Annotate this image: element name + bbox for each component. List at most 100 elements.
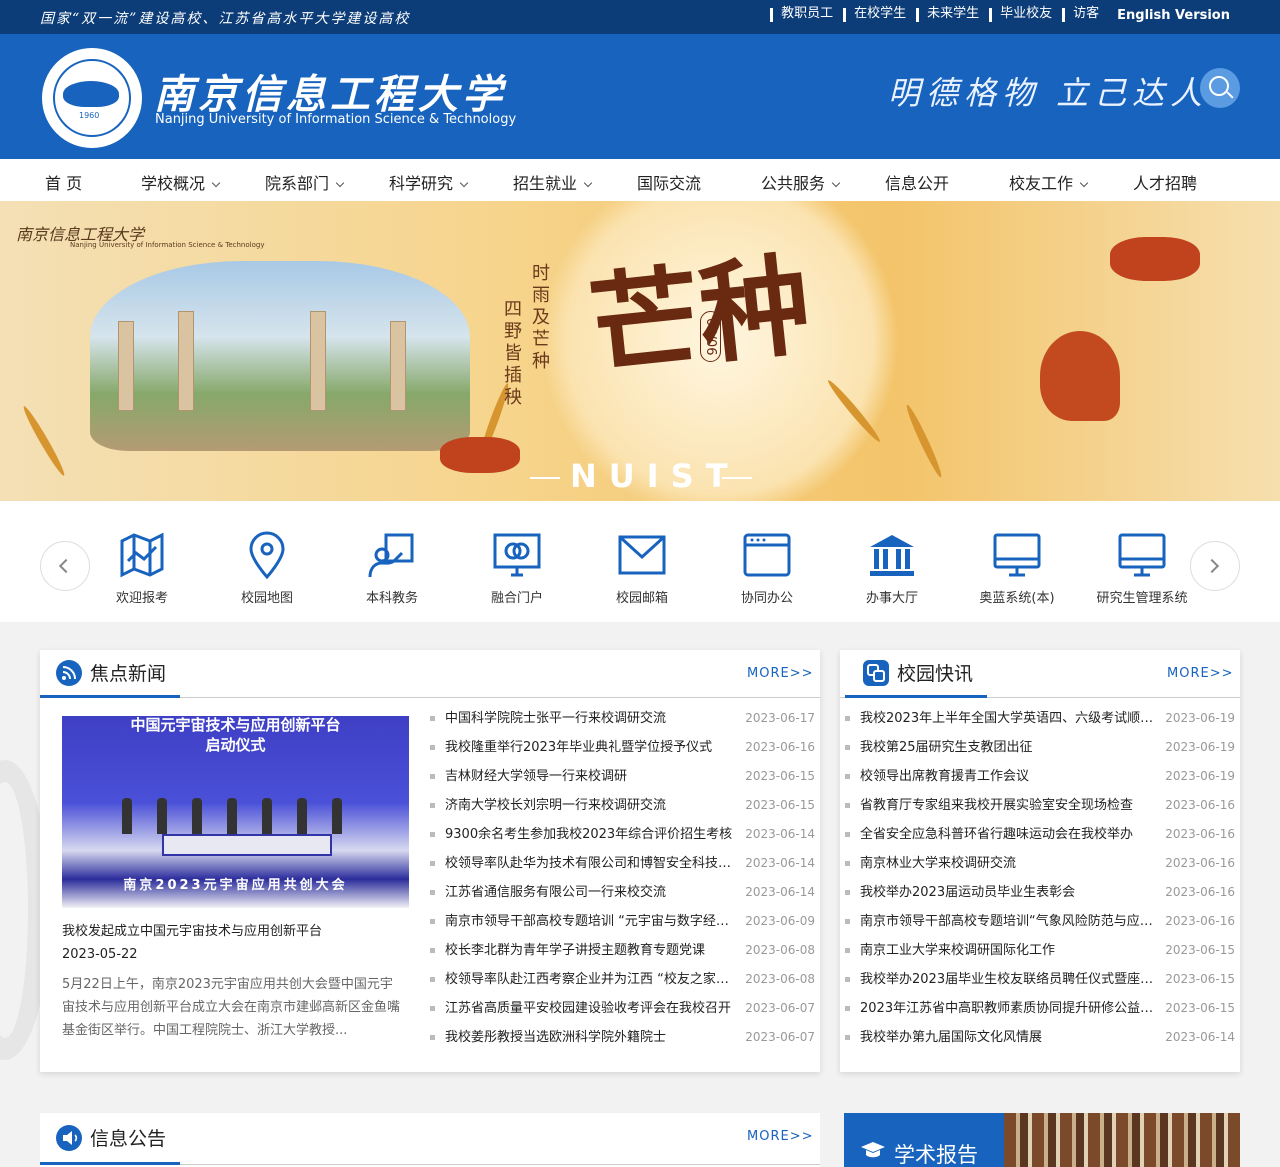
list-item[interactable]: 校领导出席教育援青工作会议 2023-06-19 <box>845 762 1235 791</box>
top-link-future-students[interactable]: 未来学生 <box>916 7 979 22</box>
list-item[interactable]: 吉林财经大学领导一行来校调研 2023-06-15 <box>430 762 815 791</box>
quick-link-portal[interactable]: 融合门户 <box>462 531 572 606</box>
quick-link-email[interactable]: 校园邮箱 <box>587 531 697 606</box>
top-slogan: 国家“双一流”建设高校、江苏省高水平大学建设高校 <box>40 11 411 27</box>
list-item[interactable]: 校长李北群为青年学子讲授主题教育专题党课 2023-06-08 <box>430 936 815 965</box>
quick-link-graduate-system[interactable]: 研究生管理系统 <box>1087 531 1197 606</box>
quick-link-campus-map[interactable]: 校园地图 <box>212 531 322 606</box>
list-item[interactable]: 我校2023年上半年全国大学英语四、六级考试顺利举行 2023-06-19 <box>845 704 1235 733</box>
list-item[interactable]: 济南大学校长刘宗明一行来校调研交流 2023-06-15 <box>430 791 815 820</box>
banner-solar-term: 芒种 <box>583 239 817 392</box>
list-item[interactable]: 江苏省高质量平安校园建设验收考评会在我校召开 2023-06-07 <box>430 994 815 1023</box>
nav-item-departments[interactable]: 院系部门 <box>265 170 345 194</box>
feature-news-description: 5月22日上午，南京2023元宇宙应用共创大会暨中国元宇宙技术与应用创新平台成立… <box>62 977 401 1038</box>
top-link-students[interactable]: 在校学生 <box>843 7 906 22</box>
map-fold-icon <box>118 531 166 579</box>
list-item[interactable]: 南京工业大学来校调研国际化工作 2023-06-15 <box>845 936 1235 965</box>
focus-news-title: 焦点新闻 <box>90 663 167 685</box>
rss-icon <box>56 659 82 686</box>
quick-link-admission[interactable]: 欢迎报考 <box>87 531 197 606</box>
list-item[interactable]: 我校姜彤教授当选欧洲科学院外籍院士 2023-06-07 <box>430 1023 815 1052</box>
feature-news-title[interactable]: 我校发起成立中国元宇宙技术与应用创新平台 <box>62 920 322 939</box>
quick-link-aolan-system[interactable]: 奥蓝系统(本) <box>962 531 1072 606</box>
bank-building-icon <box>868 531 916 579</box>
nav-item-admission[interactable]: 招生就业 <box>513 170 593 194</box>
list-item[interactable]: 南京林业大学来校调研交流 2023-06-16 <box>845 849 1235 878</box>
chevron-down-icon <box>459 178 469 188</box>
quick-link-service-hall[interactable]: 办事大厅 <box>837 531 947 606</box>
school-logo[interactable]: 1960 <box>42 48 142 148</box>
academic-report-title: 学术报告 <box>894 1143 978 1167</box>
browser-window-icon <box>743 531 791 579</box>
ox-icon <box>1110 237 1200 281</box>
focus-news-header: 焦点新闻 MORE>> <box>40 650 820 698</box>
list-item[interactable]: 全省安全应急科普环省行趣味运动会在我校举办 2023-06-16 <box>845 820 1235 849</box>
top-link-staff[interactable]: 教职员工 <box>770 7 833 22</box>
info-notice-more-link[interactable]: MORE>> <box>747 1129 813 1144</box>
wheat-icon <box>903 403 945 479</box>
info-notice-header: 信息公告 MORE>> <box>40 1113 820 1165</box>
banner-nuist: NUIST <box>570 457 740 495</box>
logo-wave-icon <box>63 81 119 107</box>
list-item[interactable]: 江苏省通信服务有限公司一行来校交流 2023-06-14 <box>430 878 815 907</box>
list-item[interactable]: 省教育厅专家组来我校开展实验室安全现场检查 2023-06-16 <box>845 791 1235 820</box>
desktop-monitor-icon <box>993 531 1041 579</box>
list-item[interactable]: 校领导率队赴江西考察企业并为江西 “校友之家”揭牌 2023-06-08 <box>430 965 815 994</box>
chevron-left-icon <box>58 558 74 574</box>
top-link-visitors[interactable]: 访客 <box>1062 7 1099 22</box>
list-item[interactable]: 中国科学院院士张平一行来校调研交流 2023-06-17 <box>430 704 815 733</box>
banner-campus-photo <box>90 261 470 451</box>
quick-link-office[interactable]: 协同办公 <box>712 531 822 606</box>
campus-news-title: 校园快讯 <box>897 663 974 685</box>
list-item[interactable]: 南京市领导干部高校专题培训“气象风险防范与应对” 2023-06-16 <box>845 907 1235 936</box>
quick-next-button[interactable] <box>1190 541 1240 591</box>
focus-news-more-link[interactable]: MORE>> <box>747 666 813 681</box>
nav-item-alumni[interactable]: 校友工作 <box>1009 170 1089 194</box>
focus-news-image[interactable]: 中国元宇宙技术与应用创新平台 启动仪式 南京2023元宇宙应用共创大会 <box>62 716 409 908</box>
nav-item-public-service[interactable]: 公共服务 <box>761 170 841 194</box>
quick-prev-button[interactable] <box>40 541 90 591</box>
nav-item-international[interactable]: 国际交流 <box>637 170 701 194</box>
quick-link-academic-affairs[interactable]: 本科教务 <box>337 531 447 606</box>
list-item[interactable]: 我校举办2023届运动员毕业生表彰会 2023-06-16 <box>845 878 1235 907</box>
news-flash-icon <box>863 659 889 686</box>
focus-news-list: 中国科学院院士张平一行来校调研交流 2023-06-17 我校隆重举行2023年毕… <box>430 704 815 1052</box>
focus-news-panel: 焦点新闻 MORE>> 中国元宇宙技术与应用创新平台 启动仪式 南京2023元宇… <box>40 650 820 1072</box>
logo-year: 1960 <box>79 111 100 120</box>
list-item[interactable]: 2023年江苏省中高职教师素质协同提升研修公益项目开班2023-06-15 <box>845 994 1235 1023</box>
nav-item-home[interactable]: 首 页 <box>45 170 82 194</box>
campus-news-header: 校园快讯 MORE>> <box>840 650 1240 698</box>
list-item[interactable]: 我校举办2023届毕业生校友联络员聘任仪式暨座谈会 2023-06-15 <box>845 965 1235 994</box>
banner-date-tag: 06/06 <box>700 311 721 363</box>
portal-monitor-icon <box>493 531 541 579</box>
chevron-down-icon <box>1079 178 1089 188</box>
list-item[interactable]: 南京市领导干部高校专题培训 “元宇宙与数字经济发展” 2023-06-09 <box>430 907 815 936</box>
banner-poem-line2: 四野皆插秧 <box>501 299 522 409</box>
teacher-board-icon <box>368 531 416 579</box>
list-item[interactable]: 我校第25届研究生支教团出征 2023-06-19 <box>845 733 1235 762</box>
desktop-monitor-icon <box>1118 531 1166 579</box>
feature-news-date: 2023-05-22 <box>62 947 138 962</box>
top-link-alumni[interactable]: 毕业校友 <box>989 7 1052 22</box>
quick-links-bar: 欢迎报考 校园地图 本科教务 融合门户 校园邮箱 协同办公 办事大厅 奥蓝系统(… <box>0 501 1280 622</box>
list-item[interactable]: 9300余名考生参加我校2023年综合评价招生考核 2023-06-14 <box>430 820 815 849</box>
nav-item-research[interactable]: 科学研究 <box>389 170 469 194</box>
top-bar: 国家“双一流”建设高校、江苏省高水平大学建设高校 教职员工 在校学生 未来学生 … <box>0 0 1280 34</box>
banner-poem-line1: 时雨及芒种 <box>529 263 550 373</box>
english-version-link[interactable]: English Version <box>1117 8 1230 23</box>
farmer-icon <box>1040 331 1120 421</box>
nav-item-recruitment[interactable]: 人才招聘 <box>1133 170 1197 194</box>
nav-item-about[interactable]: 学校概况 <box>141 170 221 194</box>
academic-report-block[interactable]: 学术报告 <box>844 1113 1240 1167</box>
chevron-down-icon <box>583 178 593 188</box>
speaker-icon <box>56 1124 82 1151</box>
campus-news-more-link[interactable]: MORE>> <box>1167 666 1233 681</box>
ox-icon <box>440 437 520 473</box>
search-button[interactable] <box>1200 68 1240 108</box>
list-item[interactable]: 校领导率队赴华为技术有限公司和博智安全科技股份有限公司调研2023-06-14 <box>430 849 815 878</box>
list-item[interactable]: 我校隆重举行2023年毕业典礼暨学位授予仪式 2023-06-16 <box>430 733 815 762</box>
nav-item-info-disclosure[interactable]: 信息公开 <box>885 170 949 194</box>
hero-banner[interactable]: 南京信息工程大学 Nanjing University of Informati… <box>0 201 1280 501</box>
wheat-icon <box>20 404 68 478</box>
list-item[interactable]: 我校举办第九届国际文化风情展 2023-06-14 <box>845 1023 1235 1052</box>
